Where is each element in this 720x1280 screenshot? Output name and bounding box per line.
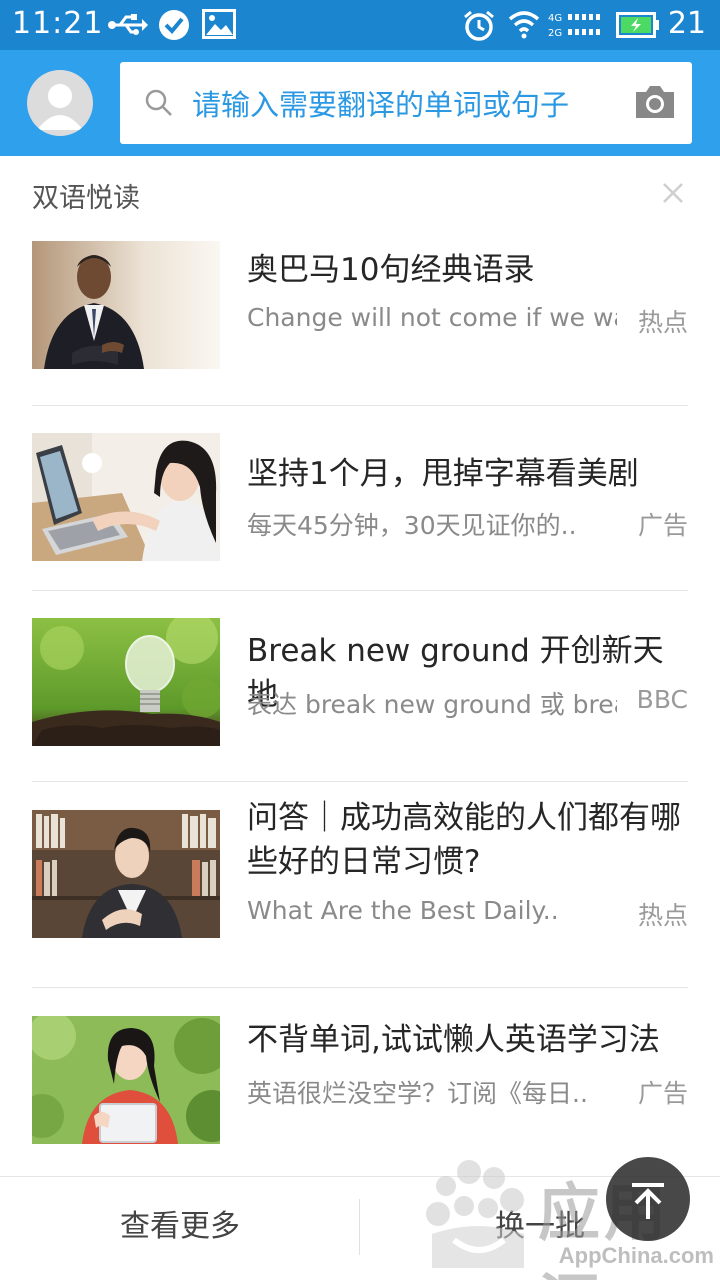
arrow-up-icon [632,1183,664,1219]
view-more-button[interactable]: 查看更多 [0,1177,360,1280]
article-subtitle: Change will not come if we wai.. [247,303,617,332]
article-subtitle: What Are the Best Daily.. [247,896,559,925]
section-title: 双语悦读 [32,183,140,214]
list-item[interactable]: 坚持1个月，甩掉字幕看美剧 每天45分钟，30天见证你的.. 广告 [0,406,720,590]
network-label-4g: 4G [548,13,562,24]
alarm-icon [462,9,496,47]
status-time: 11:21 [12,6,104,41]
section-header: 双语悦读 [0,156,720,232]
scroll-top-button[interactable] [606,1157,690,1241]
article-title: 问答｜成功高效能的人们都有哪些好的日常习惯? [247,800,681,880]
article-thumbnail [32,433,220,561]
search-placeholder: 请输入需要翻译的单词或句子 [192,88,570,122]
article-tag: BBC [636,685,688,714]
article-subtitle: 英语很烂没空学？订阅《每日.. [247,1079,588,1108]
article-subtitle: 每天45分钟，30天见证你的.. [247,511,577,540]
search-icon [144,88,174,122]
battery-charging-icon [616,12,660,42]
battery-level: 21 [667,6,706,41]
article-thumbnail [32,1016,220,1144]
app-bar: 请输入需要翻译的单词或句子 [0,50,720,156]
article-tag: 热点 [637,901,688,930]
check-circle-icon [158,9,190,45]
article-tag: 热点 [637,308,688,337]
search-box[interactable]: 请输入需要翻译的单词或句子 [120,62,692,144]
list-item[interactable]: 问答｜成功高效能的人们都有哪些好的日常习惯? What Are the Best… [0,782,720,987]
article-title: 不背单词,试试懒人英语学习法 [247,1022,660,1058]
list-item[interactable]: 奥巴马10句经典语录 Change will not come if we wa… [0,232,720,405]
article-tag: 广告 [637,511,688,540]
article-subtitle: 表达 break new ground 或 brea.. [247,690,617,719]
article-thumbnail [32,241,220,369]
image-icon [202,9,236,43]
article-thumbnail [32,618,220,746]
camera-icon[interactable] [634,84,676,124]
list-item[interactable]: 不背单词,试试懒人英语学习法 英语很烂没空学？订阅《每日.. 广告 [0,988,720,1173]
article-title: 坚持1个月，甩掉字幕看美剧 [247,456,639,492]
cellular-signal-icon: 4G 2G [548,10,606,44]
wifi-icon [508,9,540,43]
avatar[interactable] [27,70,93,136]
status-bar: 11:21 4G 2G 21 [0,0,720,50]
network-label-2g: 2G [548,28,562,39]
article-thumbnail [32,810,220,938]
article-tag: 广告 [637,1079,688,1108]
usb-icon [108,9,148,45]
article-title: 奥巴马10句经典语录 [247,252,535,288]
list-item[interactable]: Break new ground 开创新天地 表达 break new grou… [0,591,720,781]
close-icon[interactable] [662,182,684,208]
